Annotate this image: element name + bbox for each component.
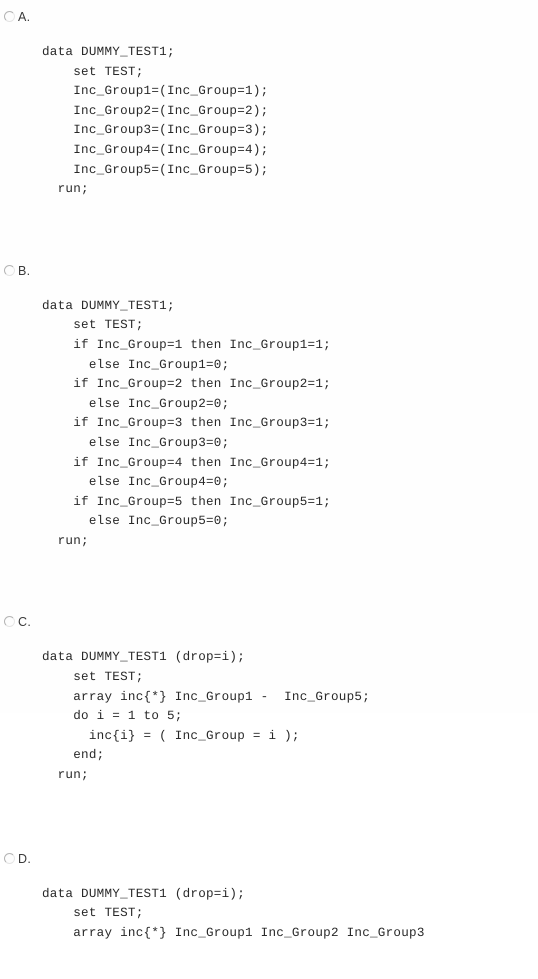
radio-button-icon-b[interactable]: [3, 264, 15, 276]
radio-cell-d[interactable]: [0, 849, 18, 864]
option-letter-c: C.: [18, 615, 32, 630]
option-letter-d: D.: [18, 851, 32, 866]
code-block-c: data DUMMY_TEST1 (drop=i); set TEST; arr…: [42, 650, 370, 783]
option-letter-b: B.: [18, 263, 31, 278]
option-code-cell-a: data DUMMY_TEST1; set TEST; Inc_Group1=(…: [42, 7, 538, 236]
option-code-cell-c: data DUMMY_TEST1 (drop=i); set TEST; arr…: [42, 612, 538, 821]
code-block-a: data DUMMY_TEST1; set TEST; Inc_Group1=(…: [42, 45, 269, 197]
answer-option-d[interactable]: D. data DUMMY_TEST1 (drop=i); set TEST; …: [0, 849, 538, 979]
answer-option-c[interactable]: C. data DUMMY_TEST1 (drop=i); set TEST; …: [0, 612, 538, 821]
code-block-b: data DUMMY_TEST1; set TEST; if Inc_Group…: [42, 298, 331, 548]
answer-option-b[interactable]: B. data DUMMY_TEST1; set TEST; if Inc_Gr…: [0, 261, 538, 588]
radio-button-icon-a[interactable]: [3, 11, 15, 22]
answer-options-list: A. data DUMMY_TEST1; set TEST; Inc_Group…: [0, 0, 538, 940]
radio-cell-c[interactable]: [0, 612, 18, 628]
radio-cell-b[interactable]: [0, 261, 18, 276]
option-code-cell-d: data DUMMY_TEST1 (drop=i); set TEST; arr…: [42, 849, 538, 979]
answer-option-a[interactable]: A. data DUMMY_TEST1; set TEST; Inc_Group…: [0, 7, 538, 236]
radio-button-icon-d[interactable]: [3, 852, 15, 864]
option-letter-a: A.: [18, 10, 31, 24]
code-block-d: data DUMMY_TEST1 (drop=i); set TEST; arr…: [42, 886, 425, 940]
radio-button-icon-c[interactable]: [3, 616, 15, 628]
radio-cell-a[interactable]: [0, 7, 18, 22]
option-code-cell-b: data DUMMY_TEST1; set TEST; if Inc_Group…: [42, 261, 538, 588]
